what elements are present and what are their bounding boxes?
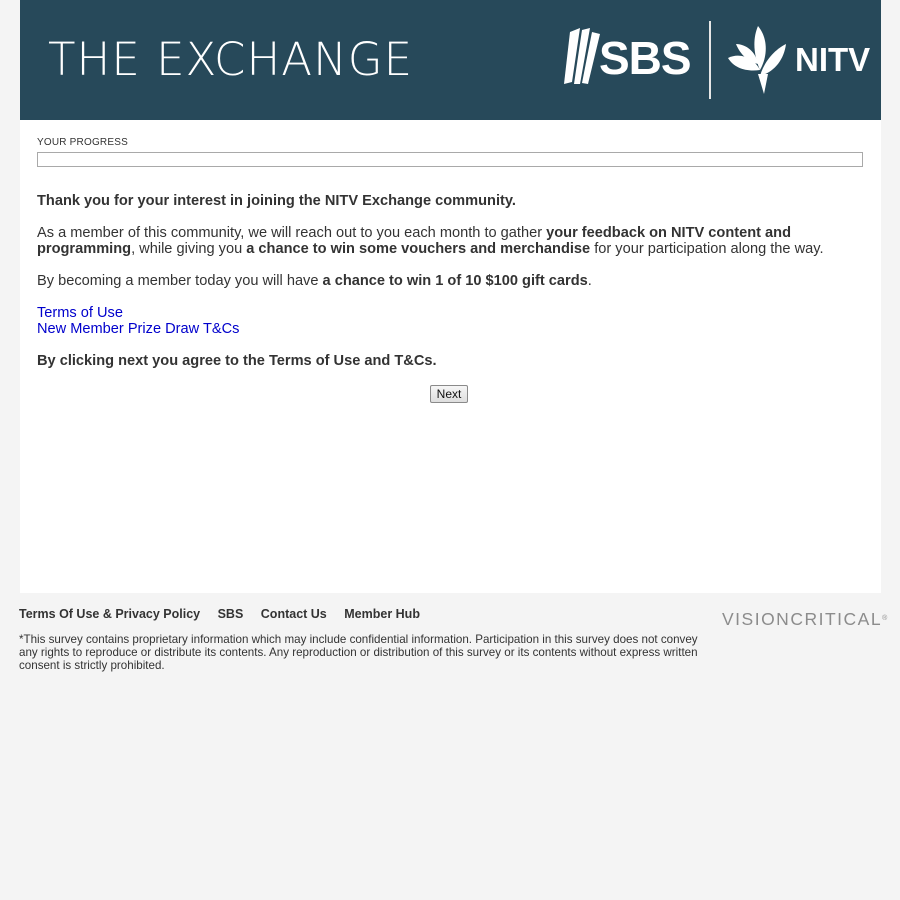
banner-title: THE EXCHANGE	[48, 33, 414, 86]
footer-link-sbs[interactable]: SBS	[218, 607, 244, 621]
footer-link-terms-privacy[interactable]: Terms Of Use & Privacy Policy	[19, 607, 200, 621]
confidentiality-notice: *This survey contains proprietary inform…	[19, 633, 698, 672]
nitv-leaf-icon	[728, 26, 786, 94]
footer-link-contact[interactable]: Contact Us	[261, 607, 327, 621]
survey-page: THE EXCHANGE SBS NITV YOUR PROGRESS Than…	[20, 0, 881, 593]
visioncritical-logo: VISIONCRITICAL®	[722, 609, 888, 629]
next-button[interactable]: Next	[430, 385, 468, 403]
sbs-logo-text: SBS	[599, 32, 692, 84]
intro-heading: Thank you for your interest in joining t…	[37, 193, 516, 209]
prize-draw-terms-link[interactable]: New Member Prize Draw T&Cs	[37, 321, 867, 337]
agreement-text: By clicking next you agree to the Terms …	[37, 353, 437, 369]
intro-paragraph: As a member of this community, we will r…	[37, 225, 824, 257]
terms-links: Terms of Use New Member Prize Draw T&Cs	[37, 305, 867, 337]
progress-bar	[37, 152, 863, 167]
prize-paragraph: By becoming a member today you will have…	[37, 273, 592, 289]
logo-divider	[709, 21, 711, 99]
survey-intro: Thank you for your interest in joining t…	[37, 193, 867, 385]
footer-nav: Terms Of Use & Privacy Policy SBS Contac…	[19, 607, 434, 622]
progress-label: YOUR PROGRESS	[37, 137, 128, 148]
nitv-logo-text: NITV	[795, 41, 871, 78]
footer-link-member-hub[interactable]: Member Hub	[344, 607, 420, 621]
header-banner: THE EXCHANGE SBS NITV	[20, 0, 881, 120]
terms-of-use-link[interactable]: Terms of Use	[37, 305, 867, 321]
